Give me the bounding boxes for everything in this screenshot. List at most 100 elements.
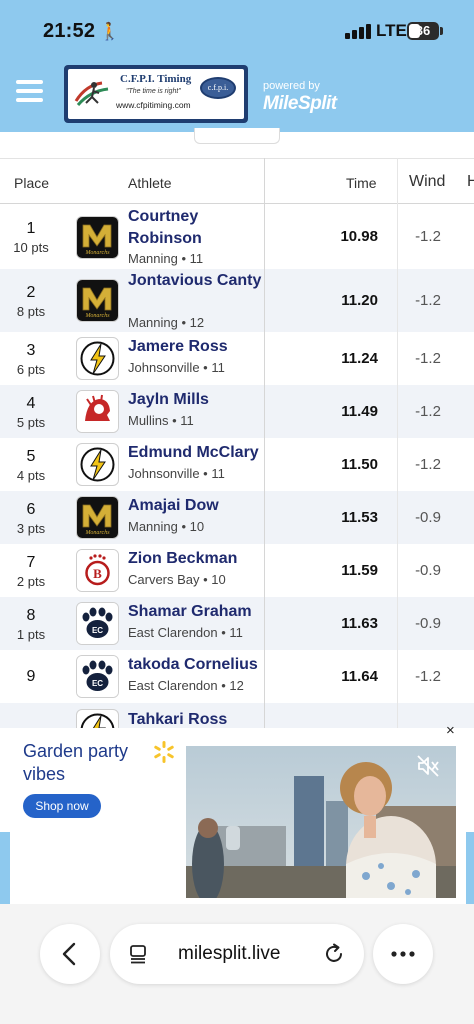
athlete-name[interactable]: Jontavious Canty (128, 270, 263, 292)
team-grade[interactable]: Manning • 10 (128, 519, 204, 534)
hamburger-menu-icon[interactable] (16, 80, 43, 102)
back-button[interactable] (40, 924, 100, 984)
table-row[interactable]: 7 2 pts B Zion Beckman Carvers Bay • 10 11.59… (0, 544, 474, 597)
cfpi-timing-logo[interactable]: C.F.P.I. Timing "The time is right" www.… (64, 65, 248, 123)
table-header: Place Athlete Time Wind H (0, 158, 474, 204)
result-time: 11.53 (341, 508, 378, 526)
battery-icon: 36 (407, 22, 439, 40)
table-row[interactable]: 8 1 pts EC Shamar Graham East Clarendon • 11… (0, 597, 474, 650)
points-label: 4 pts (16, 467, 46, 483)
address-bar[interactable]: milesplit.live (110, 924, 364, 984)
table-row[interactable]: 4 5 pts Jayln Mills Mullins • 11 11.49 -1.2 (0, 385, 474, 438)
person-icon: 🚶 (99, 22, 121, 41)
svg-text:Monarchs: Monarchs (84, 313, 110, 319)
johnsonville-team-logo[interactable] (76, 709, 119, 728)
place-number: 7 (26, 553, 36, 571)
place-number: 3 (26, 341, 36, 359)
status-time: 21:52 🚶 (43, 20, 121, 43)
battery-level: 36 (415, 23, 431, 38)
team-grade[interactable]: Johnsonville • 11 (128, 360, 225, 375)
points-label: 3 pts (16, 520, 46, 536)
team-grade[interactable]: Manning • 12 (128, 315, 204, 330)
place-number: 2 (26, 283, 36, 301)
milesplit-brand[interactable]: MileSplit (263, 93, 337, 115)
athlete-name[interactable]: Edmund McClary (128, 442, 263, 464)
result-time: 11.63 (341, 614, 378, 632)
manning-team-logo[interactable]: Monarchs (76, 215, 119, 259)
east-clarendon-team-logo[interactable]: EC (76, 602, 119, 645)
svg-text:B: B (93, 566, 102, 581)
table-row[interactable]: 2 8 pts Monarchs Jontavious Canty Manning • … (0, 269, 474, 332)
team-grade[interactable]: Mullins • 11 (128, 413, 194, 428)
points-label: 1 pts (16, 626, 46, 642)
manning-team-logo[interactable]: Monarchs (76, 279, 119, 322)
network-label: LTE (376, 21, 407, 40)
place-number: 1 (26, 220, 36, 237)
shop-now-button[interactable]: Shop now (23, 794, 101, 818)
athlete-name[interactable]: Shamar Graham (128, 601, 263, 623)
wind-reading: -0.9 (415, 508, 441, 526)
ad-close-icon[interactable]: × (446, 722, 455, 739)
team-grade[interactable]: Carvers Bay • 10 (128, 572, 226, 587)
result-time: 11.59 (341, 561, 378, 579)
runner-logo-icon (74, 81, 109, 106)
header-time[interactable]: Time (346, 175, 377, 191)
result-time: 10.98 (340, 228, 378, 245)
logo-title: C.F.P.I. Timing (120, 73, 192, 85)
table-row[interactable]: 9 EC takoda Cornelius East Clarendon • 12 11… (0, 650, 474, 703)
athlete-name[interactable]: Jayln Mills (128, 389, 263, 411)
points-label: 8 pts (16, 303, 46, 319)
johnsonville-team-logo[interactable] (76, 443, 119, 486)
logo-tagline: "The time is right" (126, 88, 181, 95)
points-label: 10 pts (13, 240, 49, 255)
reload-icon[interactable] (322, 942, 346, 966)
athlete-name[interactable]: takoda Cornelius (128, 654, 263, 676)
svg-text:EC: EC (92, 626, 103, 635)
athlete-name[interactable]: Zion Beckman (128, 548, 263, 570)
table-row[interactable]: 5 4 pts Edmund McClary Johnsonville • 11 11.… (0, 438, 474, 491)
manning-team-logo[interactable]: Monarchs (76, 496, 119, 539)
athlete-name[interactable]: Jamere Ross (128, 336, 263, 358)
column-divider (264, 158, 265, 728)
place-number: 6 (26, 500, 36, 518)
table-row[interactable]: 6 3 pts Monarchs Amajai Dow Manning • 10 11.5… (0, 491, 474, 544)
logo-badge: c.f.p.i. (200, 77, 236, 99)
signal-icon (345, 23, 371, 39)
team-grade[interactable]: East Clarendon • 11 (128, 625, 243, 640)
carvers-bay-team-logo[interactable]: B (76, 549, 119, 592)
athlete-name[interactable]: Courtney Robinson (128, 206, 263, 250)
wind-reading: -0.9 (415, 614, 441, 632)
wind-reading: -1.2 (415, 228, 441, 245)
team-grade[interactable]: Manning • 11 (128, 251, 203, 266)
points-label: 2 pts (16, 573, 46, 589)
wind-reading: -1.2 (415, 402, 441, 420)
result-time: 11.64 (341, 667, 378, 685)
place-number: 8 (26, 606, 36, 624)
points-label: 6 pts (16, 361, 46, 377)
wind-reading: -0.9 (415, 561, 441, 579)
more-options-button[interactable] (373, 924, 433, 984)
mullins-team-logo[interactable] (76, 390, 119, 433)
team-grade[interactable]: Johnsonville • 11 (128, 466, 225, 481)
table-row[interactable]: Tahkari Ross (0, 703, 474, 728)
east-clarendon-team-logo[interactable]: EC (76, 655, 119, 698)
team-grade[interactable]: East Clarendon • 12 (128, 678, 244, 693)
header-place[interactable]: Place (14, 175, 49, 191)
header-athlete[interactable]: Athlete (128, 175, 172, 191)
ellipsis-icon (391, 951, 415, 957)
table-row[interactable]: 3 6 pts Jamere Ross Johnsonville • 11 11.24 -… (0, 332, 474, 385)
walmart-spark-icon (154, 741, 174, 763)
ad-banner[interactable]: Garden party vibes Shop now (10, 740, 466, 904)
svg-text:Monarchs: Monarchs (84, 250, 110, 256)
tab-handle[interactable] (194, 128, 280, 144)
clock: 21:52 (43, 20, 96, 42)
table-row[interactable]: 1 10 pts Monarchs Courtney Robinson Manning … (0, 205, 474, 269)
svg-text:EC: EC (92, 679, 103, 688)
page-background-strip (0, 832, 10, 904)
header-wind[interactable]: Wind (409, 173, 445, 191)
athlete-name[interactable]: Amajai Dow (128, 495, 263, 517)
mute-icon[interactable] (415, 753, 441, 779)
johnsonville-team-logo[interactable] (76, 337, 119, 380)
athlete-name[interactable]: Tahkari Ross (128, 709, 263, 728)
tabs-icon[interactable] (128, 944, 148, 964)
